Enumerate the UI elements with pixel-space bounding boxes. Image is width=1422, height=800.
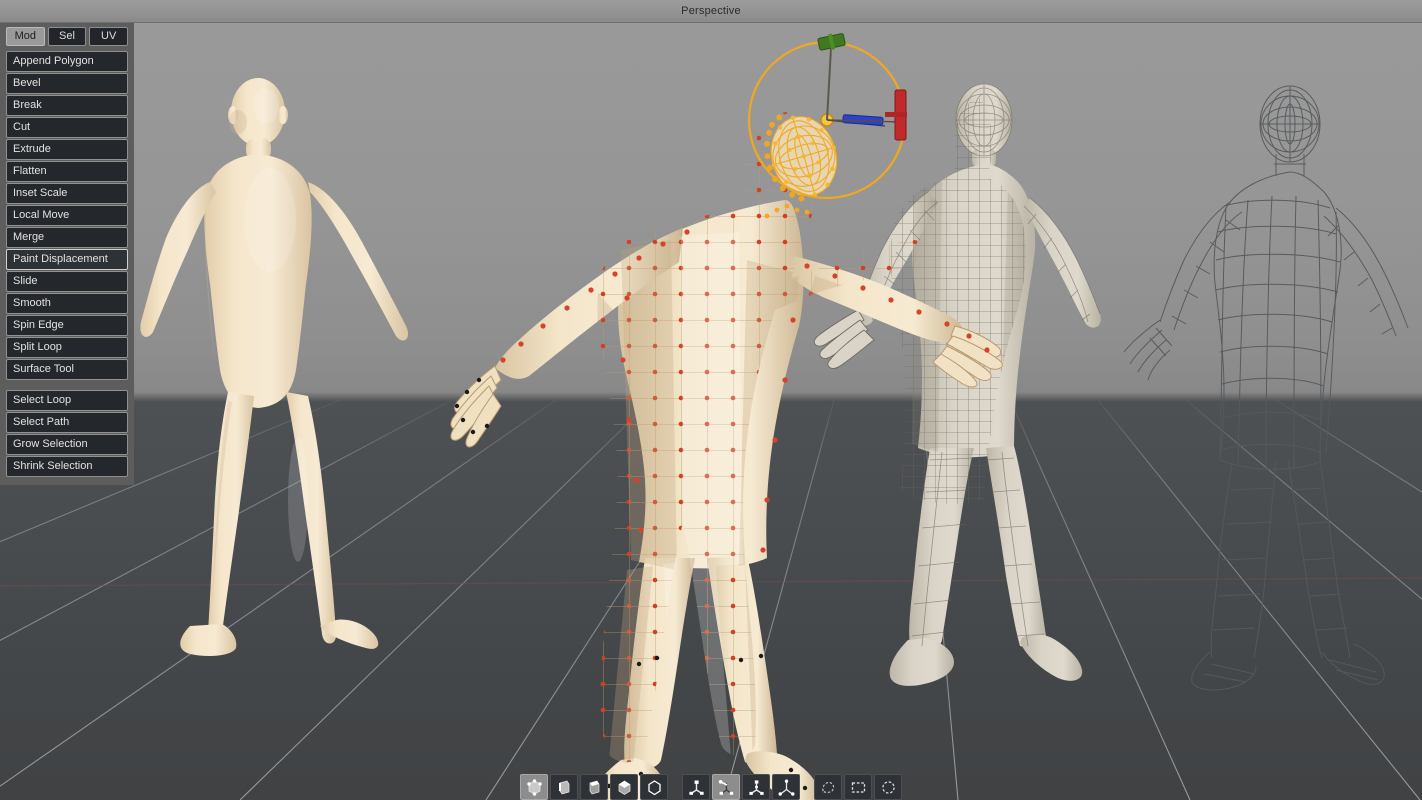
- polygon-mode-button[interactable]: [610, 774, 638, 800]
- tab-sel[interactable]: Sel: [47, 27, 87, 46]
- viewport-title: Perspective: [681, 5, 741, 17]
- face-mode-icon: [586, 779, 603, 796]
- vertex-mode-button[interactable]: [520, 774, 548, 800]
- tool-select-path[interactable]: Select Path: [6, 412, 128, 433]
- tool-shrink-selection[interactable]: Shrink Selection: [6, 456, 128, 477]
- tool-inset-scale[interactable]: Inset Scale: [6, 183, 128, 204]
- move-tool-button[interactable]: [682, 774, 710, 800]
- rotate-tool-icon: [718, 779, 735, 796]
- polygon-mode-icon: [616, 779, 633, 796]
- tab-uv[interactable]: UV: [89, 27, 129, 46]
- tool-panel: Mod Sel UV Append Polygon Bevel Break Cu…: [0, 23, 134, 485]
- axis-handle-z: [842, 114, 884, 126]
- modeling-tool-list: Append Polygon Bevel Break Cut Extrude F…: [6, 51, 128, 380]
- tool-group-separator: [6, 380, 128, 390]
- object-mode-button[interactable]: [640, 774, 668, 800]
- grid-floor: [0, 400, 1422, 800]
- selection-shape-group: [814, 774, 902, 800]
- rectangle-select-button[interactable]: [844, 774, 872, 800]
- circle-select-button[interactable]: [874, 774, 902, 800]
- tool-merge[interactable]: Merge: [6, 227, 128, 248]
- viewport-titlebar: Perspective: [0, 0, 1422, 23]
- tool-paint-displacement[interactable]: Paint Displacement: [6, 249, 128, 270]
- universal-tool-button[interactable]: [772, 774, 800, 800]
- tool-extrude[interactable]: Extrude: [6, 139, 128, 160]
- rotate-manipulator[interactable]: [735, 22, 925, 227]
- selection-tool-list: Select Loop Select Path Grow Selection S…: [6, 390, 128, 477]
- vertex-mode-icon: [526, 778, 543, 796]
- manipulator-center: [820, 113, 834, 127]
- scale-tool-button[interactable]: [742, 774, 770, 800]
- tool-split-loop[interactable]: Split Loop: [6, 337, 128, 358]
- tool-append-polygon[interactable]: Append Polygon: [6, 51, 128, 72]
- circle-select-icon: [880, 779, 897, 796]
- edge-mode-icon: [556, 779, 573, 796]
- tool-break[interactable]: Break: [6, 95, 128, 116]
- tool-local-move[interactable]: Local Move: [6, 205, 128, 226]
- face-mode-button[interactable]: [580, 774, 608, 800]
- rotate-tool-button[interactable]: [712, 774, 740, 800]
- tool-surface-tool[interactable]: Surface Tool: [6, 359, 128, 380]
- tool-select-loop[interactable]: Select Loop: [6, 390, 128, 411]
- tool-panel-tabs: Mod Sel UV: [6, 27, 129, 46]
- tool-flatten[interactable]: Flatten: [6, 161, 128, 182]
- lasso-select-icon: [820, 779, 837, 796]
- universal-tool-icon: [778, 779, 795, 796]
- rectangle-select-icon: [850, 779, 867, 796]
- tool-spin-edge[interactable]: Spin Edge: [6, 315, 128, 336]
- lasso-select-button[interactable]: [814, 774, 842, 800]
- edge-mode-button[interactable]: [550, 774, 578, 800]
- transform-tool-group: [682, 774, 800, 800]
- scale-tool-icon: [748, 779, 765, 796]
- rotation-ring: [747, 40, 907, 200]
- object-mode-icon: [646, 779, 663, 796]
- tool-slide[interactable]: Slide: [6, 271, 128, 292]
- axis-handle-y: [817, 33, 846, 51]
- tool-bevel[interactable]: Bevel: [6, 73, 128, 94]
- application-window: Perspective Mod Sel UV Append Polygon Be…: [0, 0, 1422, 800]
- tool-grow-selection[interactable]: Grow Selection: [6, 434, 128, 455]
- tab-mod[interactable]: Mod: [6, 27, 45, 46]
- tool-cut[interactable]: Cut: [6, 117, 128, 138]
- move-tool-icon: [688, 779, 705, 796]
- viewport-3d[interactable]: [0, 0, 1422, 800]
- axis-handle-x: [885, 89, 907, 141]
- bottom-toolbar: [520, 774, 902, 800]
- component-mode-group: [520, 774, 668, 800]
- tool-smooth[interactable]: Smooth: [6, 293, 128, 314]
